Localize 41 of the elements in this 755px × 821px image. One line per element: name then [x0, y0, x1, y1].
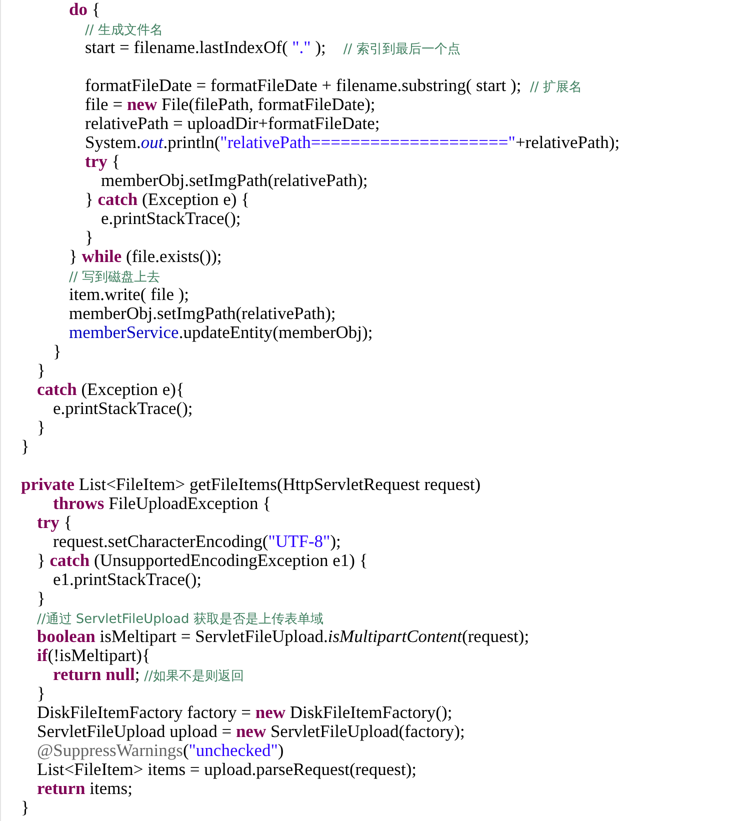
code-line: boolean isMeltipart = ServletFileUpload.isMultipartContent(request); [36, 627, 530, 646]
code-line: try { [36, 513, 72, 532]
code-line: } [36, 361, 46, 380]
code-line: item.write( file ); [68, 285, 190, 304]
code-line: request.setCharacterEncoding("UTF-8"); [53, 532, 341, 551]
code-line: return null; //如果不是则返回 [53, 665, 244, 684]
code-line: do { [68, 0, 100, 19]
code-line: } [36, 684, 46, 703]
code-line: memberService.updateEntity(memberObj); [68, 323, 373, 342]
code-line: } [36, 589, 46, 608]
code-line: e1.printStackTrace(); [52, 570, 202, 589]
code-line: } [36, 418, 46, 437]
code-line: private List<FileItem> getFileItems(HttpServletRequest request) [21, 475, 481, 494]
code-line: start = filename.lastIndexOf( "." ); // 索引到最后一个点 [84, 38, 460, 57]
code-line: file = new File(filePath, formatFileDate); [84, 95, 376, 114]
code-line: } while (file.exists()); [68, 247, 222, 266]
code-line: } [21, 798, 30, 817]
code-line: // 写到磁盘上去 [68, 269, 160, 285]
code-line: @SuppressWarnings("unchecked") [36, 741, 284, 760]
code-line: if(!isMeltipart){ [36, 646, 150, 665]
code-line: // 生成文件名 [84, 22, 163, 38]
code-line: memberObj.setImgPath(relativePath); [101, 171, 368, 190]
code-line: memberObj.setImgPath(relativePath); [68, 304, 336, 323]
code-line: } catch (Exception e) { [84, 190, 250, 209]
code-line: relativePath = uploadDir+formatFileDate; [84, 114, 380, 133]
code-line: } [52, 342, 62, 361]
code-line: throws FileUploadException { [53, 494, 272, 513]
code-line: try { [84, 152, 120, 171]
code-line: catch (Exception e){ [36, 380, 184, 399]
code-line: formatFileDate = formatFileDate + filename.substring( start ); // 扩展名 [84, 76, 582, 95]
code-line: System.out.println("relativePath===================="+relativePath); [84, 133, 620, 152]
code-line: e.printStackTrace(); [100, 209, 241, 228]
code-line: List<FileItem> items = upload.parseRequest(request); [36, 760, 417, 779]
code-line: return items; [36, 779, 132, 798]
code-line: e.printStackTrace(); [52, 399, 193, 418]
code-line: } catch (UnsupportedEncodingException e1) { [36, 551, 368, 570]
code-line: ServletFileUpload upload = new ServletFileUpload(factory); [36, 722, 465, 741]
code-line: } [84, 228, 94, 247]
code-line: //通过 ServletFileUpload 获取是否是上传表单域 [36, 611, 324, 627]
code-line: } [21, 437, 30, 456]
code-line: DiskFileItemFactory factory = new DiskFileItemFactory(); [36, 703, 452, 722]
